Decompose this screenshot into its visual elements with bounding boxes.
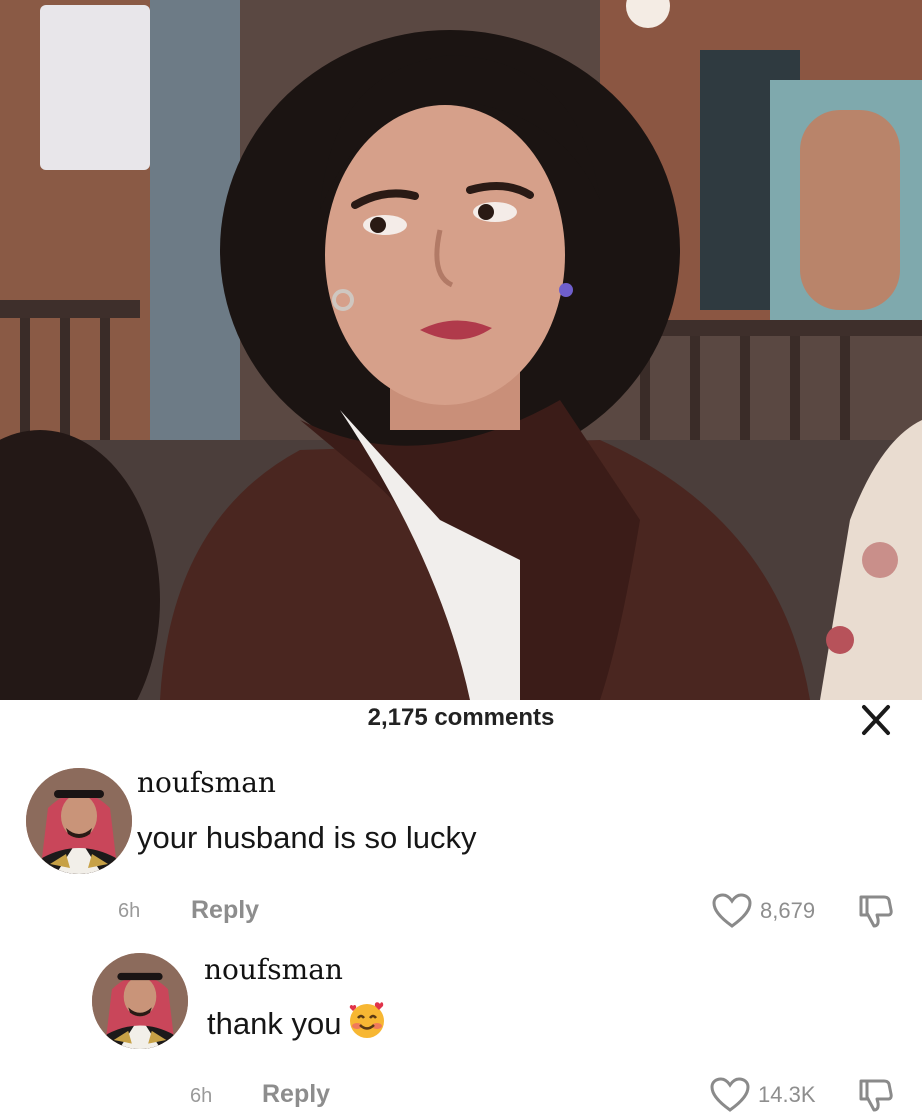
avatar-image: [26, 768, 132, 874]
close-button[interactable]: [856, 702, 896, 738]
avatar[interactable]: [26, 768, 132, 874]
photo-illustration: [0, 0, 922, 700]
like-button[interactable]: 8,679: [712, 893, 815, 929]
comments-sheet: 2,175 comments noufsman your husband is …: [0, 700, 922, 1117]
comments-header: 2,175 comments: [0, 700, 922, 738]
reply-button[interactable]: Reply: [262, 1080, 330, 1109]
thumbs-down-icon: [859, 1079, 893, 1112]
comment-username[interactable]: noufsman: [137, 766, 276, 799]
comment-text: thank you: [207, 1006, 342, 1041]
heart-icon: [712, 893, 752, 928]
comment-count: 2,175 comments: [367, 704, 555, 731]
emoji-graphic: [350, 1002, 385, 1038]
comment-username[interactable]: noufsman: [204, 953, 343, 986]
like-button[interactable]: 14.3K: [710, 1077, 816, 1113]
reply-button[interactable]: Reply: [191, 896, 259, 925]
comment-text-row: thank you: [207, 1000, 387, 1048]
comment-time: 6h: [190, 1085, 213, 1107]
like-count: 8,679: [760, 898, 816, 923]
avatar-image: [92, 953, 188, 1049]
dislike-button[interactable]: [856, 893, 896, 934]
comment-time: 6h: [118, 900, 141, 922]
heart-icon: [710, 1077, 750, 1112]
post-photo: [0, 0, 922, 700]
smiling-face-with-hearts-icon: [347, 1000, 387, 1048]
close-icon: [862, 705, 890, 735]
comment-text: your husband is so lucky: [137, 820, 477, 855]
dislike-button[interactable]: [856, 1077, 896, 1118]
thumbs-down-icon: [859, 895, 893, 928]
avatar[interactable]: [92, 953, 188, 1049]
like-count: 14.3K: [758, 1082, 816, 1107]
